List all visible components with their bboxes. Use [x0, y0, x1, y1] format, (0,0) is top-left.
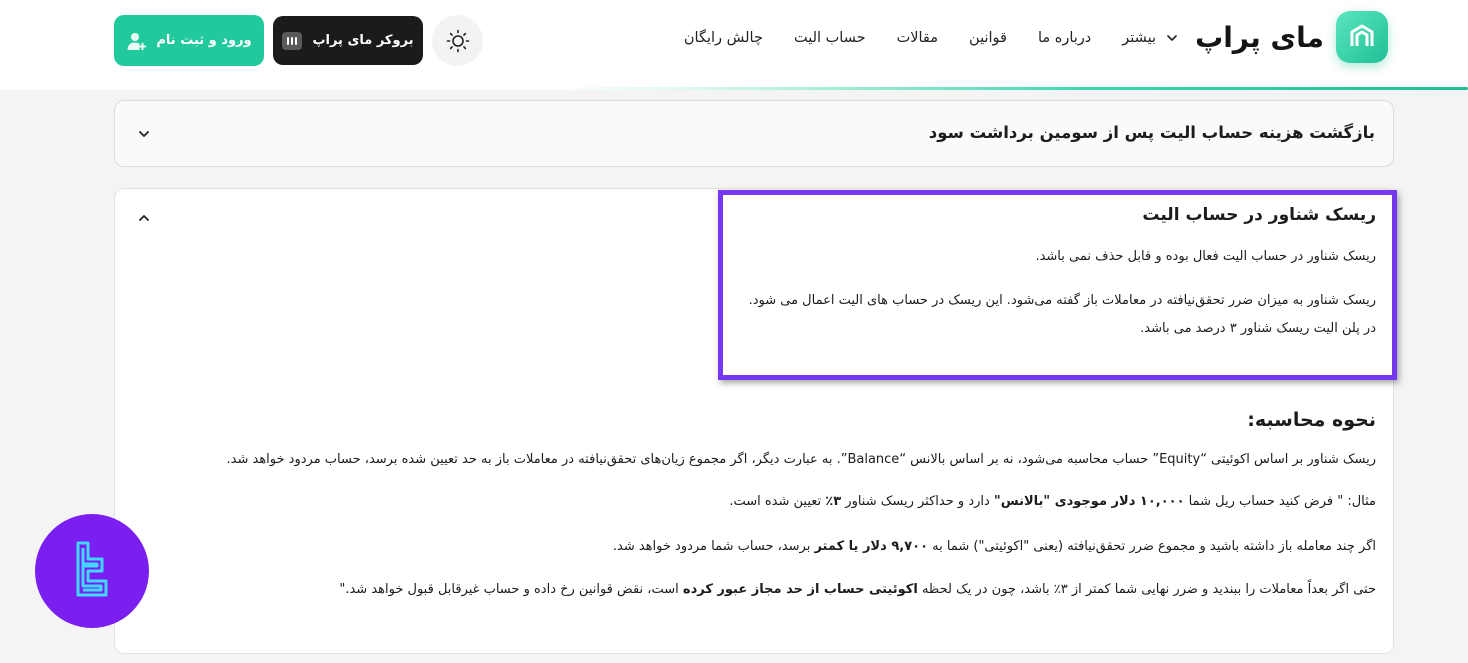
logo-mark-icon: [1336, 11, 1388, 63]
broker-button[interactable]: بروکر مای پراپ: [273, 16, 423, 65]
bold-run: ۹,۷۰۰ دلار یا کمتر: [814, 539, 929, 554]
floating-risk-paragraph-3: در پلن الیت ریسک شناور ۳ درصد می باشد.: [1140, 321, 1376, 336]
section-title-calculation: نحوه محاسبه:: [1247, 409, 1376, 431]
nav-articles[interactable]: مقالات: [897, 30, 938, 46]
nav-elite-account[interactable]: حساب الیت: [794, 30, 866, 46]
text-run: برسد، حساب شما مردود خواهد شد.: [612, 539, 815, 554]
header-accent-line: [540, 87, 1468, 90]
broker-button-label: بروکر مای پراپ: [312, 33, 414, 48]
chevron-down-icon: [1167, 35, 1177, 41]
main-nav: چالش رایگان حساب الیت مقالات قوانین دربا…: [684, 30, 1178, 46]
tradingfinder-badge-icon: [35, 514, 149, 628]
site-logo[interactable]: مای پراپ: [1195, 11, 1388, 63]
login-button-label: ورود و ثبت نام: [156, 33, 252, 48]
nav-more[interactable]: بیشتر: [1122, 30, 1178, 46]
bold-run: اکوئیتی حساب از حد مجاز عبور کرده: [682, 582, 918, 597]
accordion-title: بازگشت هزینه حساب الیت پس از سومین برداش…: [928, 123, 1375, 142]
sun-icon: [446, 29, 469, 52]
nav-about[interactable]: درباره ما: [1038, 30, 1091, 46]
broker-icon: [282, 31, 303, 50]
text-run: دارد و حداکثر ریسک شناور: [841, 494, 994, 509]
logo-text: مای پراپ: [1195, 20, 1324, 54]
calculation-line-3: اگر چند معامله باز داشته باشید و مجموع ض…: [613, 539, 1376, 554]
site-header: مای پراپ چالش رایگان حساب الیت مقالات قو…: [0, 0, 1468, 90]
chevron-up-icon[interactable]: [137, 211, 151, 225]
user-add-icon: [127, 32, 147, 50]
floating-risk-paragraph-1: ریسک شناور در حساب الیت فعال بوده و قابل…: [1035, 249, 1376, 264]
floating-risk-paragraph-2: ریسک شناور به میزان ضرر تحقق‌نیافته در م…: [748, 293, 1376, 308]
text-run: تعیین شده است.: [729, 494, 826, 509]
bold-run: ۳٪: [825, 494, 842, 509]
bold-run: ۱۰,۰۰۰ دلار موجودی "بالانس": [993, 494, 1185, 509]
nav-more-label: بیشتر: [1122, 30, 1156, 46]
nav-rules[interactable]: قوانین: [969, 30, 1007, 46]
text-run: اگر چند معامله باز داشته باشید و مجموع ض…: [928, 539, 1376, 554]
accordion-item-refund[interactable]: بازگشت هزینه حساب الیت پس از سومین برداش…: [114, 100, 1394, 167]
text-run: مثال: " فرض کنید حساب ریل شما: [1184, 494, 1376, 509]
login-register-button[interactable]: ورود و ثبت نام: [114, 15, 264, 66]
text-run: حتی اگر بعداً معاملات را ببندید و ضرر نه…: [917, 582, 1376, 597]
nav-free-challenge[interactable]: چالش رایگان: [684, 30, 763, 46]
theme-toggle-button[interactable]: [432, 15, 483, 66]
calculation-line-1: ریسک شناور بر اساس اکوئیتی “Equity” حساب…: [226, 452, 1376, 467]
calculation-line-2: مثال: " فرض کنید حساب ریل شما ۱۰,۰۰۰ دلا…: [729, 494, 1376, 509]
chevron-down-icon: [139, 131, 149, 137]
text-run: است، نقض قوانین رخ داده و حساب غیرقابل ق…: [339, 582, 683, 597]
calculation-line-4: حتی اگر بعداً معاملات را ببندید و ضرر نه…: [339, 582, 1376, 597]
section-title-floating-risk: ریسک شناور در حساب الیت: [1142, 205, 1376, 225]
